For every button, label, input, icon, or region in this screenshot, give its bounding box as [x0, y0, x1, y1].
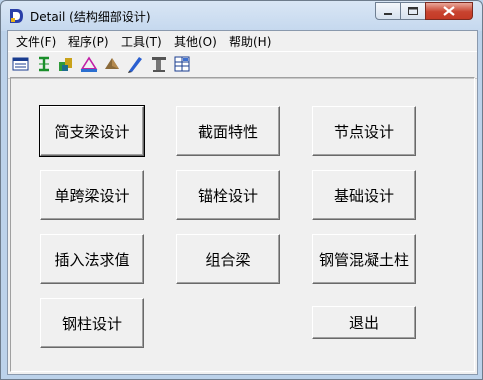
maximize-button[interactable]: [400, 2, 426, 20]
close-icon: [443, 6, 455, 16]
title-bar[interactable]: Detail (结构细部设计): [1, 1, 482, 31]
single-span-beam-button[interactable]: 单跨梁设计: [40, 170, 144, 220]
app-logo-icon: [10, 9, 23, 23]
close-button[interactable]: [425, 2, 473, 20]
joint-design-button[interactable]: 节点设计: [312, 106, 416, 156]
menu-tools[interactable]: 工具(T): [121, 33, 162, 50]
maximize-icon: [408, 7, 418, 15]
report-icon[interactable]: [12, 55, 30, 73]
beam-icon[interactable]: [57, 55, 75, 73]
truss-icon[interactable]: [80, 55, 98, 73]
menu-other[interactable]: 其他(O): [174, 33, 217, 50]
section-icon[interactable]: [35, 55, 53, 73]
anchor-bolt-button[interactable]: 锚栓设计: [176, 170, 280, 220]
composite-beam-button[interactable]: 组合梁: [176, 234, 280, 284]
pen-icon[interactable]: [125, 55, 143, 73]
cfst-column-button[interactable]: 钢管混凝土柱: [312, 234, 416, 284]
menu-help[interactable]: 帮助(H): [229, 33, 271, 50]
grid-icon[interactable]: [173, 55, 191, 73]
window-title: Detail (结构细部设计): [30, 10, 151, 24]
minimize-button[interactable]: [375, 2, 401, 20]
exit-button[interactable]: 退出: [312, 306, 416, 339]
column-icon[interactable]: [150, 55, 168, 73]
toolbar: [8, 51, 477, 79]
menu-program[interactable]: 程序(P): [68, 33, 109, 50]
simply-supported-beam-button[interactable]: 简支梁设计: [39, 105, 145, 157]
base-icon[interactable]: [103, 55, 121, 73]
interpolation-button[interactable]: 插入法求值: [40, 234, 144, 284]
steel-column-button[interactable]: 钢柱设计: [40, 298, 144, 348]
minimize-icon: [384, 13, 392, 15]
menu-bar: 文件(F) 程序(P) 工具(T) 其他(O) 帮助(H): [8, 31, 477, 50]
foundation-design-button[interactable]: 基础设计: [312, 170, 416, 220]
section-properties-button[interactable]: 截面特性: [176, 106, 280, 156]
menu-file[interactable]: 文件(F): [16, 33, 56, 50]
